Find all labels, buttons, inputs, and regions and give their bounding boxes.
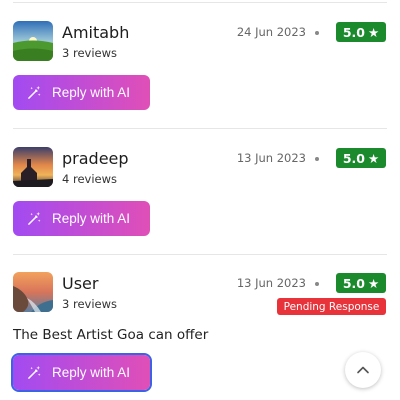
star-icon: ★ (367, 275, 380, 291)
reply-with-ai-button[interactable]: Reply with AI (13, 201, 150, 236)
scroll-to-top-button[interactable] (345, 352, 381, 388)
magic-wand-icon (28, 365, 41, 379)
top-divider (13, 2, 387, 3)
review-date: 13 Jun 2023 (236, 151, 306, 165)
separator-dot (315, 31, 319, 35)
reviewer-review-count: 4 reviews (62, 172, 117, 186)
rating-badge: 5.0 ★ (336, 273, 386, 293)
review-divider (13, 128, 387, 129)
review-comment: The Best Artist Goa can offer (13, 327, 209, 343)
reviewer-avatar (13, 21, 53, 61)
reply-button-label: Reply with AI (52, 365, 131, 380)
reply-with-ai-button[interactable]: Reply with AI (13, 75, 150, 110)
star-icon: ★ (367, 24, 380, 40)
magic-wand-icon (28, 85, 41, 99)
reply-button-label: Reply with AI (52, 211, 131, 226)
rating-value: 5.0 (342, 275, 365, 291)
rating-badge: 5.0 ★ (336, 148, 386, 168)
reviewer-review-count: 3 reviews (62, 46, 117, 60)
rating-value: 5.0 (342, 150, 365, 166)
review-date: 13 Jun 2023 (236, 276, 306, 290)
reviewer-review-count: 3 reviews (62, 297, 117, 311)
magic-wand-icon (28, 211, 41, 225)
reviewer-name: Amitabh (62, 23, 130, 42)
review-date: 24 Jun 2023 (236, 25, 306, 39)
chevron-up-icon (357, 366, 369, 374)
pending-response-badge: Pending Response (277, 298, 386, 315)
reply-with-ai-button[interactable]: Reply with AI (13, 355, 150, 390)
reviewer-avatar (13, 147, 53, 187)
reviewer-avatar (13, 272, 53, 312)
review-divider (13, 254, 387, 255)
rating-value: 5.0 (342, 24, 365, 40)
reply-button-label: Reply with AI (52, 85, 131, 100)
rating-badge: 5.0 ★ (336, 22, 386, 42)
separator-dot (315, 157, 319, 161)
reviewer-name: pradeep (62, 149, 129, 168)
separator-dot (315, 282, 319, 286)
star-icon: ★ (367, 150, 380, 166)
reviewer-name: User (62, 274, 99, 293)
